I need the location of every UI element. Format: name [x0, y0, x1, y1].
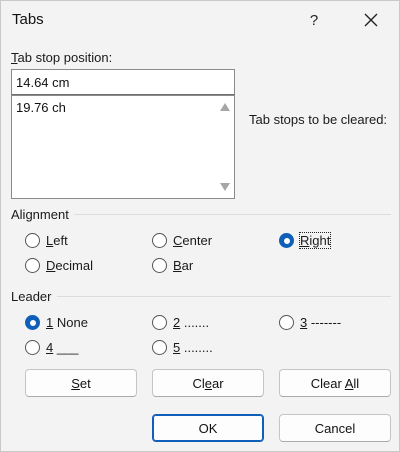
radio-circle [152, 315, 167, 330]
leader-4-underline-radio[interactable]: 4 ___ [25, 340, 79, 355]
alignment-divider [74, 214, 391, 215]
tab-stop-position-label: Tab stop position: [11, 50, 113, 65]
alignment-heading: Alignment [11, 207, 69, 222]
tabs-dialog: Tabs ? Tab stop position: 19.76 ch Tab s… [0, 0, 400, 452]
triangle-up-icon [220, 103, 230, 111]
cancel-button[interactable]: Cancel [279, 414, 391, 442]
scroll-up-arrow[interactable] [219, 101, 231, 113]
scroll-down-arrow[interactable] [219, 181, 231, 193]
radio-circle-selected [25, 315, 40, 330]
list-item[interactable]: 19.76 ch [16, 100, 66, 115]
clear-all-button[interactable]: Clear All [279, 369, 391, 397]
radio-circle [279, 315, 294, 330]
leader-divider [57, 296, 391, 297]
radio-circle [25, 340, 40, 355]
help-icon: ? [309, 11, 319, 29]
radio-circle [25, 258, 40, 273]
close-button[interactable] [353, 2, 389, 38]
radio-circle [25, 233, 40, 248]
triangle-down-icon [220, 183, 230, 191]
radio-circle [152, 233, 167, 248]
radio-circle-selected [279, 233, 294, 248]
leader-heading: Leader [11, 289, 52, 304]
alignment-center-radio[interactable]: Center [152, 233, 212, 248]
tab-stop-list[interactable]: 19.76 ch [11, 95, 235, 199]
ok-button[interactable]: OK [152, 414, 264, 442]
alignment-right-radio[interactable]: Right [279, 232, 332, 249]
alignment-bar-radio[interactable]: Bar [152, 258, 193, 273]
leader-3-dashes-radio[interactable]: 3 ------- [279, 315, 341, 330]
leader-1-none-radio[interactable]: 1 None [25, 315, 88, 330]
tab-stop-position-input[interactable] [11, 69, 235, 95]
leader-5-dots-radio[interactable]: 5 ........ [152, 340, 213, 355]
tab-stops-to-be-cleared-label: Tab stops to be cleared: [249, 112, 388, 127]
help-button[interactable]: ? [297, 2, 331, 38]
radio-circle [152, 258, 167, 273]
title-bar: Tabs ? [1, 1, 399, 39]
close-icon [364, 13, 378, 27]
dialog-title: Tabs [12, 11, 44, 28]
set-button[interactable]: Set [25, 369, 137, 397]
clear-button[interactable]: Clear [152, 369, 264, 397]
alignment-left-radio[interactable]: Left [25, 233, 68, 248]
alignment-decimal-radio[interactable]: Decimal [25, 258, 93, 273]
radio-circle [152, 340, 167, 355]
leader-2-dots-radio[interactable]: 2 ....... [152, 315, 209, 330]
list-scrollbar[interactable] [217, 97, 233, 197]
